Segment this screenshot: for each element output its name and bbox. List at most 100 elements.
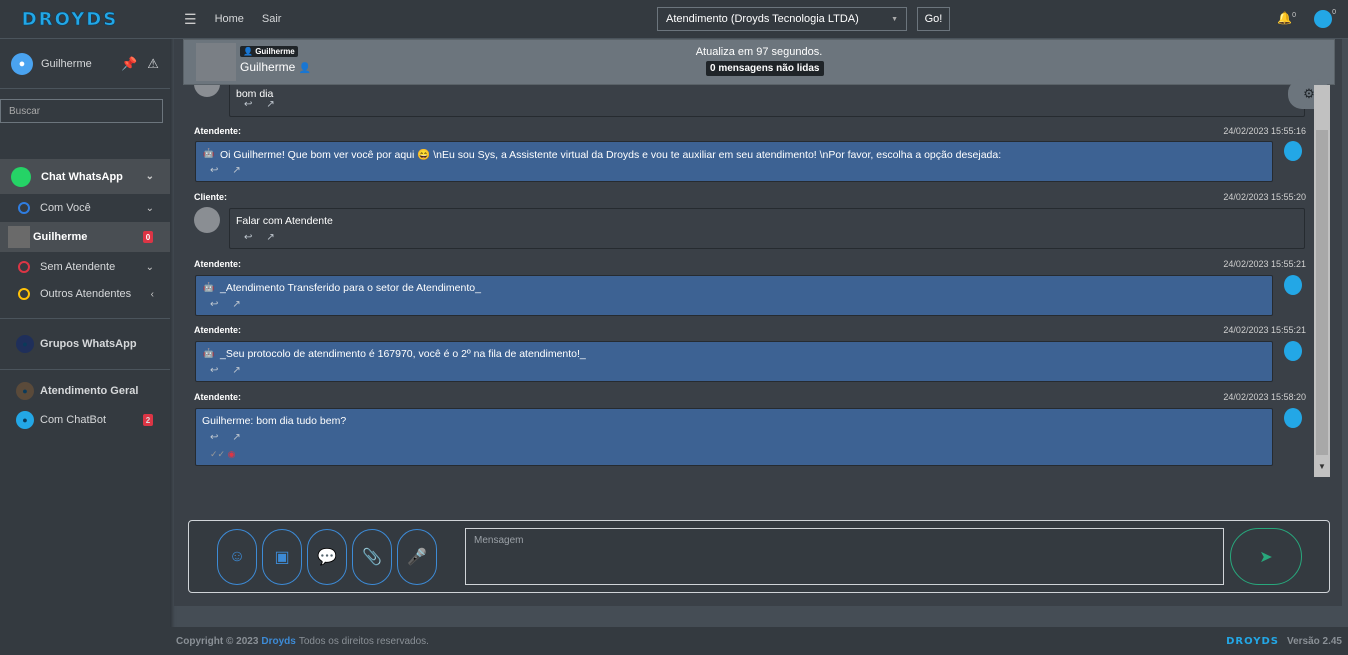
user-name[interactable]: Guilherme [41,58,111,70]
smile-icon: ☺ [228,548,246,565]
topbar: ☰ Home Sair Atendimento (Droyds Tecnolog… [170,0,1348,39]
bot-avatar [1284,408,1302,428]
circle-blue-icon [18,202,30,214]
nav-com-voce[interactable]: Com Você ⌄ [0,194,170,222]
chevron-down-icon: ⌄ [145,171,154,182]
chat-header: 👤 Guilherme Guilherme 👤 Atualiza em 97 s… [183,39,1335,85]
message-bubble: bom dia ↩↗ [229,85,1305,117]
message-actions[interactable]: ↩↗ [244,232,289,243]
chevron-left-icon: ‹ [150,288,154,300]
message-time: 24/02/2023 15:55:21 [1223,325,1306,335]
nav-com-chatbot-label: Com ChatBot [40,414,107,426]
bot-count: 0 [1332,9,1336,16]
unread-badge: 0 [143,231,153,243]
message-bubble: Falar com Atendente ↩↗ [229,208,1305,249]
message-input[interactable]: Mensagem [465,528,1224,585]
message-status-icons: ✓✓ ◉ [210,449,236,459]
send-button[interactable]: ➤ [1230,528,1302,585]
footer-right: DROYDS Versão 2.45 [1226,636,1342,647]
circle-red-icon [18,261,30,273]
nav-sair-link[interactable]: Sair [262,13,282,25]
message-actions[interactable]: ↩↗ [210,432,255,443]
search-input[interactable]: Buscar [0,99,163,123]
message-actions[interactable]: ↩↗ [210,299,255,310]
nav-chat-whatsapp-label: Chat WhatsApp [41,170,123,183]
go-button[interactable]: Go! [917,7,950,31]
microphone-icon: 🎤 [407,549,427,566]
message-sender: Atendente: [194,325,241,335]
message-actions[interactable]: ↩↗ [210,365,255,376]
nav-outros-atendentes[interactable]: Outros Atendentes ‹ [0,282,170,306]
scroll-down-arrow-icon[interactable]: ▼ [1318,462,1326,471]
chevron-down-icon: ⌄ [145,261,154,273]
nav-grupos-whatsapp[interactable]: ● Grupos WhatsApp [0,319,170,369]
message-sender: Atendente: [194,392,241,402]
footer: Copyright © 2023 Droyds Todos os direito… [170,627,1348,655]
bot-avatar [1284,275,1302,295]
queue-select[interactable]: Atendimento (Droyds Tecnologia LTDA) ▼ [657,7,907,31]
scrollbar[interactable] [1314,85,1330,477]
chatbot-badge: 2 [143,414,153,426]
message-actions[interactable]: ↩↗ [244,99,289,110]
nav-atendimento-geral[interactable]: ● Atendimento Geral [0,376,170,406]
chevron-down-icon: ⌄ [145,202,154,214]
whatsapp-icon [11,166,31,187]
nav-atendimento-geral-label: Atendimento Geral [40,385,139,397]
message-time: 24/02/2023 15:55:20 [1223,192,1306,202]
copyright: Copyright © 2023 [176,635,259,647]
message-actions[interactable]: ↩↗ [210,165,255,176]
attach-button[interactable]: 📎 [352,529,392,585]
audio-button[interactable]: 🎤 [397,529,437,585]
message-composer: ☺ ▣ 💬 📎 🎤 Mensagem ➤ [188,520,1330,593]
quick-message-button[interactable]: 💬 [307,529,347,585]
client-avatar [194,207,220,233]
sidebar-nav: Chat WhatsApp ⌄ Com Você ⌄ Guilherme 0 S… [0,159,170,434]
user-avatar-icon[interactable]: ● [11,52,33,75]
robot-icon[interactable] [1314,10,1332,28]
robot-emoji-icon: 🤖 [203,282,215,292]
message-sender: Atendente: [194,259,241,269]
group-icon: ● [16,335,34,353]
pin-icon[interactable]: 📌 [121,56,137,72]
paperclip-icon: 📎 [362,549,382,566]
version: Versão 2.45 [1286,635,1342,647]
bot-avatar [1284,141,1302,161]
nav-com-chatbot[interactable]: ● Com ChatBot 2 [0,406,170,434]
message-bubble: 🤖 _Seu protocolo de atendimento é 167970… [195,341,1273,382]
message-text: Falar com Atendente [236,215,333,227]
bell-icon[interactable]: 🔔0 [1277,11,1296,25]
emoji-button[interactable]: ☺ [217,529,257,585]
circle-yellow-icon [18,288,30,300]
message-bubble: 🤖 _Atendimento Transferido para o setor … [195,275,1273,316]
hamburger-menu-icon[interactable]: ☰ [184,11,197,28]
bell-count: 0 [1292,12,1296,19]
footer-rights: Todos os direitos reservados. [298,635,429,647]
brand[interactable]: DROYDS [0,0,170,39]
paper-plane-icon: ➤ [1259,548,1273,566]
message-text: _Atendimento Transferido para o setor de… [220,282,481,294]
contact-name[interactable]: Guilherme 👤 [240,60,311,74]
nav-home-link[interactable]: Home [215,13,244,25]
footer-brand-link[interactable]: Droyds [261,636,295,647]
contact-item-guilherme[interactable]: Guilherme 0 [0,222,170,252]
message-sender: Atendente: [194,126,241,136]
user-edit-icon[interactable]: 👤 [299,63,311,74]
robot-emoji-icon: 🤖 [203,348,215,358]
queue-select-value: Atendimento (Droyds Tecnologia LTDA) [666,13,859,25]
warning-icon[interactable]: ⚠ [147,56,159,72]
message-time: 24/02/2023 15:55:16 [1223,126,1306,136]
contact-avatar [8,226,30,248]
sidebar: DROYDS ● Guilherme 📌 ⚠ Buscar Chat Whats… [0,0,170,655]
nav-sem-atendente[interactable]: Sem Atendente ⌄ [0,252,170,282]
client-avatar [194,85,220,97]
nav-com-voce-label: Com Você [40,202,91,214]
unread-count-badge: 0 mensagens não lidas [706,61,824,76]
message-time: 24/02/2023 15:55:21 [1223,259,1306,269]
quick-note-button[interactable]: ▣ [262,529,302,585]
footer-logo: DROYDS [1226,635,1279,647]
scrollbar-thumb[interactable] [1316,130,1328,455]
nav-chat-whatsapp[interactable]: Chat WhatsApp ⌄ [0,159,170,194]
nav-sem-atendente-label: Sem Atendente [40,261,116,273]
message-text: Oi Guilherme! Que bom ver você por aqui … [220,149,1002,161]
message-list[interactable]: bom dia ↩↗ Atendente: 24/02/2023 15:55:1… [187,85,1314,480]
